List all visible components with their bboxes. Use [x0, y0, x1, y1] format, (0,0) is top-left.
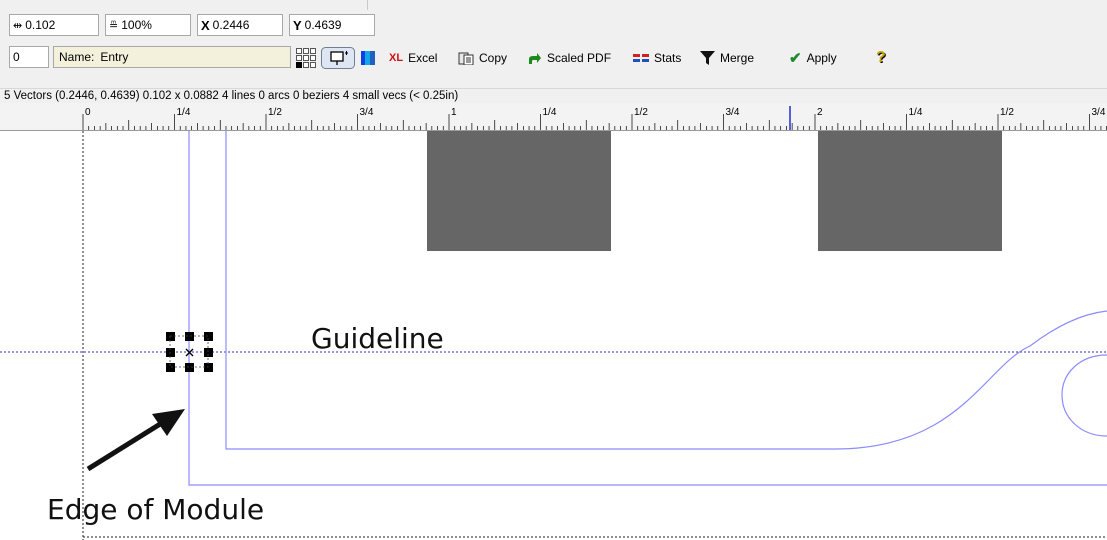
handle-top-left[interactable]: [166, 332, 175, 341]
filter-icon: [700, 51, 715, 65]
drawing-canvas[interactable]: Guideline Edge of Module: [0, 131, 1107, 540]
name-field[interactable]: Name: Entry: [53, 46, 291, 68]
merge-label: Merge: [720, 51, 755, 65]
gray-block-left[interactable]: [427, 131, 611, 251]
help-button[interactable]: ?: [876, 49, 886, 67]
status-text: 5 Vectors (0.2446, 0.4639) 0.102 x 0.088…: [4, 90, 459, 102]
selection-handles[interactable]: [166, 332, 213, 372]
edge-of-module-label: Edge of Module: [47, 493, 265, 526]
handle-bottom-left[interactable]: [166, 363, 175, 372]
scaled-pdf-label: Scaled PDF: [547, 51, 612, 65]
handle-middle-left[interactable]: [166, 348, 175, 357]
ruler-label: 1/4: [177, 107, 191, 118]
ruler-label: 1/2: [268, 107, 282, 118]
toolbar-divider: [367, 0, 368, 10]
ruler-label: 3/4: [726, 107, 740, 118]
module-arc-outline[interactable]: [1061, 354, 1107, 437]
export-arrow-icon: [529, 52, 541, 64]
handle-bottom-center[interactable]: [185, 363, 194, 372]
ruler-label: 1/2: [1000, 107, 1014, 118]
y-value: 0.4639: [304, 18, 342, 32]
index-field[interactable]: 0: [9, 46, 49, 68]
vector-drawing[interactable]: [0, 131, 1107, 540]
index-value: 0: [13, 50, 20, 64]
width-icon: ⇹: [13, 19, 23, 32]
apply-label: Apply: [806, 51, 837, 65]
guideline-label: Guideline: [311, 322, 444, 355]
ruler-label: 0: [85, 107, 91, 118]
color-icon[interactable]: [361, 51, 375, 65]
status-bar: 5 Vectors (0.2446, 0.4639) 0.102 x 0.088…: [0, 88, 1107, 103]
scale-value: 100%: [121, 18, 152, 32]
ruler-label: 3/4: [360, 107, 374, 118]
y-field[interactable]: Y 0.4639: [289, 14, 375, 36]
gray-block-right[interactable]: [818, 131, 1002, 251]
horizontal-ruler: 0 1/4 1/2 3/4 1 1/4 1/2 3/4 2 1/4 1/2 3/4: [0, 103, 1107, 131]
width-field[interactable]: ⇹ 0.102: [9, 14, 99, 36]
merge-button[interactable]: Merge: [700, 49, 754, 67]
name-label: Name:: [59, 50, 95, 64]
frame-toggle-icon[interactable]: [321, 47, 355, 69]
ruler-scale: 0 1/4 1/2 3/4 1 1/4 1/2 3/4 2 1/4 1/2 3/4: [82, 106, 1107, 130]
toolbar: ⇹ 0.102 ≞ 100% X 0.2446 Y 0.4639 0 Name:…: [0, 0, 1107, 88]
ruler-label: 1/4: [909, 107, 923, 118]
y-label: Y: [293, 17, 302, 33]
scaled-pdf-button[interactable]: Scaled PDF: [528, 49, 611, 67]
x-value: 0.2446: [212, 18, 250, 32]
help-icon: ?: [876, 49, 886, 66]
copy-button[interactable]: Copy: [458, 49, 507, 67]
stats-button[interactable]: Stats: [633, 49, 681, 67]
checkmark-icon: ✔: [789, 50, 802, 67]
handle-top-right[interactable]: [204, 332, 213, 341]
stats-label: Stats: [654, 51, 682, 65]
scale-field[interactable]: ≞ 100%: [105, 14, 191, 36]
ruler-label: 2: [817, 107, 823, 118]
excel-label: Excel: [408, 51, 438, 65]
scale-icon: ≞: [109, 19, 119, 32]
ruler-label: 3/4: [1092, 107, 1106, 118]
grid-select-icon[interactable]: [296, 48, 316, 68]
x-label: X: [201, 17, 210, 33]
ruler-label: 1: [451, 107, 457, 118]
apply-button[interactable]: ✔ Apply: [789, 49, 837, 67]
excel-button[interactable]: XL Excel: [389, 49, 437, 67]
name-value: Entry: [100, 50, 129, 64]
excel-icon: XL: [389, 52, 404, 64]
handle-middle-right[interactable]: [204, 348, 213, 357]
handle-bottom-right[interactable]: [204, 363, 213, 372]
clipboard-icon: [458, 52, 474, 65]
stats-icon: [633, 54, 649, 62]
copy-label: Copy: [479, 51, 508, 65]
ruler-label: 1/2: [634, 107, 648, 118]
handle-top-center[interactable]: [185, 332, 194, 341]
ruler-label: 1/4: [543, 107, 557, 118]
arrow-icon: [86, 409, 185, 472]
width-value: 0.102: [25, 18, 56, 32]
x-field[interactable]: X 0.2446: [197, 14, 283, 36]
